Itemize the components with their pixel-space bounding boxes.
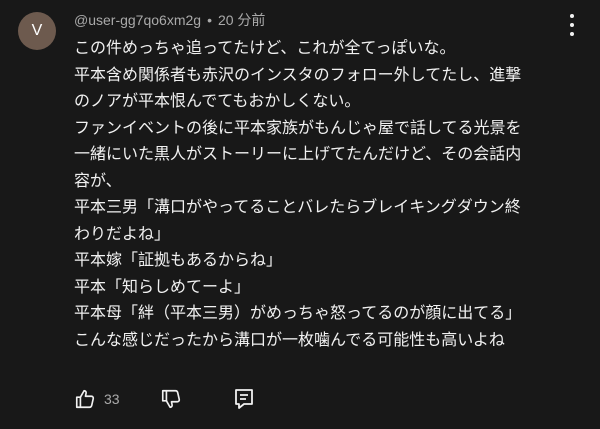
comment-header: @user-gg7qo6xm2g • 20 分前 <box>74 10 265 30</box>
comment-line: 平本三男「溝口がやってることバレたらブレイキングダウン終 <box>74 197 521 216</box>
username[interactable]: @user-gg7qo6xm2g <box>74 12 201 28</box>
comment-line: 平本母「絆（平本三男）がめっちゃ怒ってるのが顔に出てる」 <box>74 303 522 322</box>
comment-line: ファンイベントの後に平本家族がもんじゃ屋で話してる光景を <box>74 117 522 137</box>
avatar[interactable]: V <box>18 12 56 50</box>
comment-actions: 33 <box>74 386 254 412</box>
comment-line: 一緒にいた黒人がストーリーに上げてたんだけど、その会話内 <box>74 144 522 163</box>
comment-line: 容が、 <box>74 170 122 190</box>
reply-comment-icon[interactable] <box>234 388 254 410</box>
comment-line: こんな感じだったから溝口が一枚噛んでる可能性も高いよね <box>74 329 505 349</box>
separator-dot: • <box>207 12 212 28</box>
like-count: 33 <box>104 391 120 407</box>
timestamp[interactable]: 20 分前 <box>218 10 265 30</box>
like-button[interactable]: 33 <box>74 388 120 410</box>
comment-line: 平本含め関係者も赤沢のインスタのフォロー外してたし、進撃 <box>74 64 522 84</box>
more-vert-icon[interactable] <box>568 14 576 36</box>
thumbs-down-icon[interactable] <box>160 388 182 410</box>
reply-button[interactable] <box>234 388 254 410</box>
comment-line: この件めっちゃ追ってたけど、これが全てっぽいな。 <box>74 38 456 57</box>
comment-text: この件めっちゃ追ってたけど、これが全てっぽいな。 平本含め関係者も赤沢のインスタ… <box>74 35 584 353</box>
comment-line: わりだよね」 <box>74 223 171 243</box>
thumbs-up-icon[interactable] <box>74 388 96 410</box>
comment-line: 平本嫁「証拠もあるからね」 <box>74 250 283 269</box>
comment-line: のノアが平本恨んでてもおかしくない。 <box>74 91 361 110</box>
dislike-button[interactable] <box>160 388 182 410</box>
avatar-letter: V <box>31 22 43 39</box>
comment-line: 平本「知らしめてーよ」 <box>74 276 251 296</box>
